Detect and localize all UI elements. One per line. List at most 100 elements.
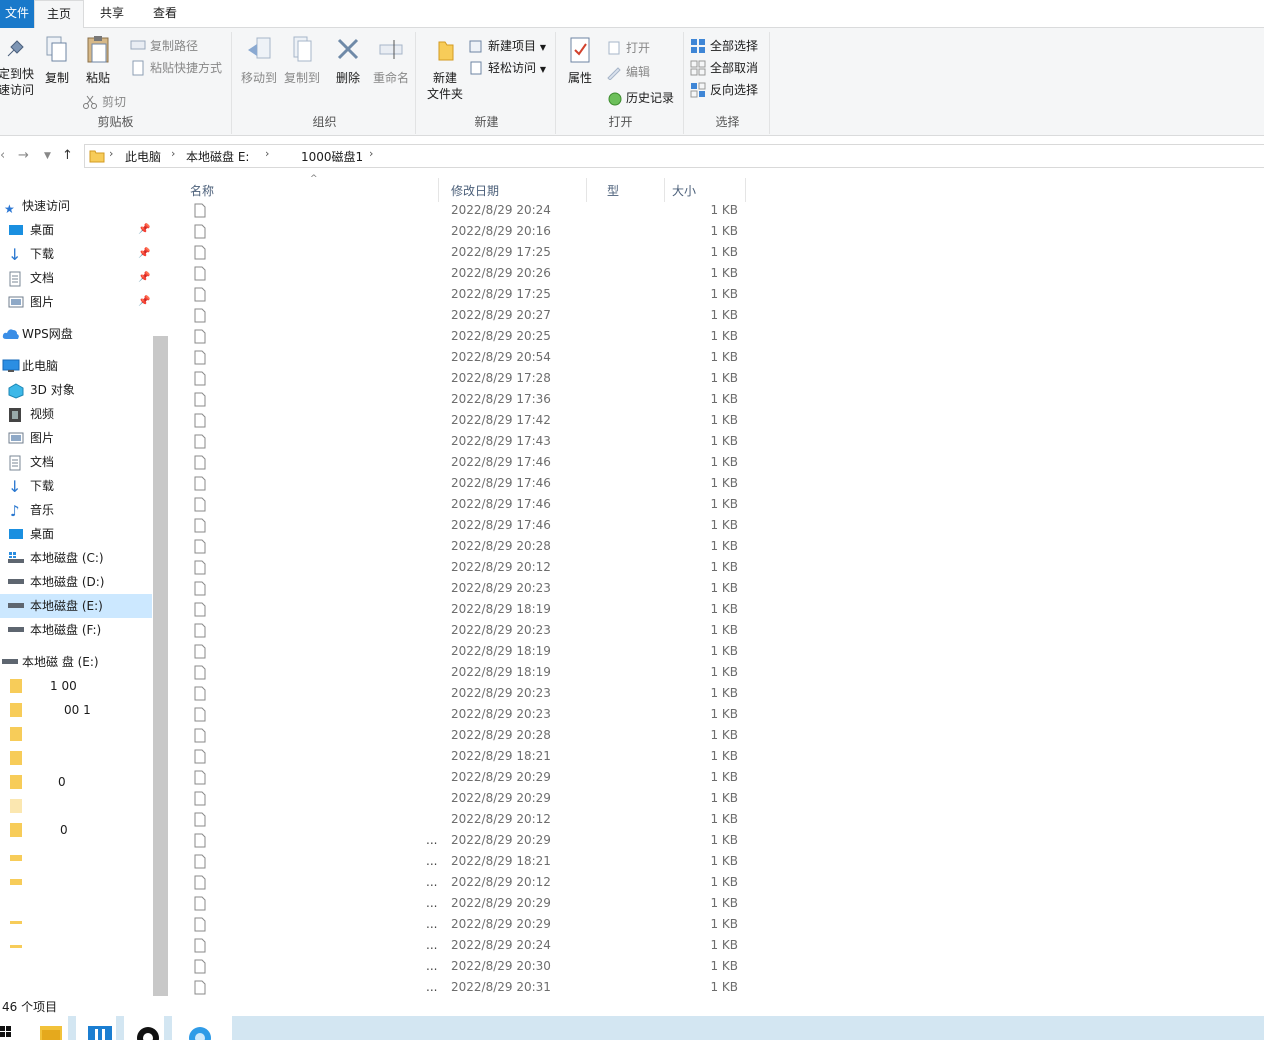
start-button[interactable] (0, 1016, 28, 1040)
taskbar-browser[interactable] (124, 1016, 164, 1040)
invert-selection-button[interactable]: 反向选择 (690, 80, 758, 100)
copy-path-button[interactable]: 复制路径 (130, 36, 198, 56)
nav-subfolder[interactable] (0, 746, 152, 770)
nav-quick-downloads[interactable]: ↓ 下载 📌 (0, 242, 152, 266)
recent-chevron-icon[interactable]: ▼ (44, 151, 51, 161)
table-row[interactable]: 2022/8/29 17:46 1 KB (170, 515, 750, 536)
address-bar[interactable]: › 此电脑 › 本地磁盘 E: › 1000磁盘1 › (84, 144, 1264, 168)
new-item-button[interactable]: 新建项目 ▼ (468, 36, 546, 56)
forward-arrow-icon[interactable]: → (18, 148, 29, 163)
pin-icon[interactable]: 📌 (138, 266, 150, 290)
select-all-button[interactable]: 全部选择 (690, 36, 758, 56)
table-row[interactable]: 2022/8/29 20:29 1 KB... (170, 914, 750, 935)
nav-this-pc[interactable]: 此电脑 (0, 354, 152, 378)
nav-subfolder[interactable] (0, 846, 152, 870)
table-row[interactable]: 2022/8/29 20:23 1 KB (170, 578, 750, 599)
table-row[interactable]: 2022/8/29 20:24 1 KB... (170, 935, 750, 956)
nav-drive-c[interactable]: 本地磁盘 (C:) (0, 546, 152, 570)
column-divider[interactable] (586, 178, 587, 202)
nav-documents[interactable]: 文档 (0, 450, 152, 474)
column-header-date[interactable]: 修改日期 (451, 182, 499, 199)
table-row[interactable]: 2022/8/29 20:54 1 KB (170, 347, 750, 368)
nav-drive-d[interactable]: 本地磁盘 (D:) (0, 570, 152, 594)
cut-button[interactable]: 剪切 (82, 92, 126, 112)
nav-subfolder[interactable]: 00 1 (0, 698, 152, 722)
table-row[interactable]: 2022/8/29 20:12 1 KB (170, 557, 750, 578)
table-row[interactable]: 2022/8/29 20:26 1 KB (170, 263, 750, 284)
open-button[interactable]: 打开 (606, 38, 650, 58)
nav-subfolder[interactable] (0, 912, 152, 936)
nav-drive-e-tree[interactable]: 本地磁 盘 (E:) (0, 650, 152, 674)
table-row[interactable]: 2022/8/29 20:29 1 KB... (170, 830, 750, 851)
table-row[interactable]: 2022/8/29 18:19 1 KB (170, 641, 750, 662)
nav-desktop[interactable]: 桌面 (0, 522, 152, 546)
table-row[interactable]: 2022/8/29 17:43 1 KB (170, 431, 750, 452)
properties-button[interactable]: 属性 (562, 34, 598, 86)
breadcrumb-drive-e[interactable]: 本地磁盘 E: (186, 148, 249, 165)
column-header-name[interactable]: 名称 (190, 182, 214, 199)
nav-quick-desktop[interactable]: 桌面 📌 (0, 218, 152, 242)
nav-drive-f[interactable]: 本地磁盘 (F:) (0, 618, 152, 642)
table-row[interactable]: 2022/8/29 17:42 1 KB (170, 410, 750, 431)
nav-downloads[interactable]: ↓ 下载 (0, 474, 152, 498)
breadcrumb-folder[interactable]: 1000磁盘1 (301, 148, 363, 165)
table-row[interactable]: 2022/8/29 17:46 1 KB (170, 473, 750, 494)
nav-quick-access[interactable]: ★ 快速访问 (0, 194, 152, 218)
tab-view[interactable]: 查看 (140, 0, 190, 28)
rename-button[interactable]: 重命名 (370, 34, 412, 86)
table-row[interactable]: 2022/8/29 20:27 1 KB (170, 305, 750, 326)
nav-3d-objects[interactable]: 3D 对象 (0, 378, 152, 402)
table-row[interactable]: 2022/8/29 20:12 1 KB... (170, 872, 750, 893)
nav-subfolder[interactable]: 1 00 (0, 674, 152, 698)
pin-icon[interactable]: 📌 (138, 242, 150, 266)
nav-wps-cloud[interactable]: WPS网盘 (0, 322, 152, 346)
breadcrumb-chevron-icon[interactable]: › (109, 147, 113, 160)
taskbar-app[interactable] (172, 1016, 232, 1040)
table-row[interactable]: 2022/8/29 17:25 1 KB (170, 284, 750, 305)
taskbar-app[interactable] (76, 1016, 116, 1040)
nav-pane-scrollbar[interactable] (153, 336, 168, 996)
back-arrow-icon[interactable]: ‹ (0, 148, 5, 163)
table-row[interactable]: 2022/8/29 18:21 1 KB... (170, 851, 750, 872)
column-divider[interactable] (745, 178, 746, 202)
tab-home[interactable]: 主页 (34, 0, 84, 29)
copy-button[interactable]: 复制 (40, 34, 74, 86)
column-divider[interactable] (438, 178, 439, 202)
table-row[interactable]: 2022/8/29 20:16 1 KB (170, 221, 750, 242)
up-arrow-icon[interactable]: ↑ (62, 148, 73, 163)
paste-button[interactable]: 粘贴 (80, 34, 116, 86)
pin-quick-access-button[interactable]: 定到快 速访问 (0, 34, 36, 98)
table-row[interactable]: 2022/8/29 20:12 1 KB (170, 809, 750, 830)
pin-icon[interactable]: 📌 (138, 218, 150, 242)
nav-subfolder[interactable]: 0 (0, 770, 152, 794)
table-row[interactable]: 2022/8/29 17:46 1 KB (170, 494, 750, 515)
table-row[interactable]: 2022/8/29 20:23 1 KB (170, 620, 750, 641)
nav-music[interactable]: ♪ 音乐 (0, 498, 152, 522)
table-row[interactable]: 2022/8/29 20:28 1 KB (170, 536, 750, 557)
nav-videos[interactable]: 视频 (0, 402, 152, 426)
nav-subfolder[interactable] (0, 870, 152, 894)
column-divider[interactable] (664, 178, 665, 202)
nav-pictures[interactable]: 图片 (0, 426, 152, 450)
edit-button[interactable]: 编辑 (606, 62, 650, 82)
tab-file[interactable]: 文件 (0, 0, 34, 28)
nav-subfolder[interactable] (0, 936, 152, 960)
nav-quick-pictures[interactable]: 图片 📌 (0, 290, 152, 314)
copy-to-button[interactable]: 复制到 (280, 34, 324, 86)
table-row[interactable]: 2022/8/29 20:23 1 KB (170, 704, 750, 725)
table-row[interactable]: 2022/8/29 17:25 1 KB (170, 242, 750, 263)
table-row[interactable]: 2022/8/29 20:29 1 KB (170, 767, 750, 788)
paste-shortcut-button[interactable]: 粘贴快捷方式 (130, 58, 222, 78)
table-row[interactable]: 2022/8/29 18:19 1 KB (170, 599, 750, 620)
select-none-button[interactable]: 全部取消 (690, 58, 758, 78)
table-row[interactable]: 2022/8/29 17:46 1 KB (170, 452, 750, 473)
table-row[interactable]: 2022/8/29 20:29 1 KB... (170, 893, 750, 914)
nav-subfolder[interactable]: 0 (0, 818, 152, 842)
table-row[interactable]: 2022/8/29 20:31 1 KB... (170, 977, 750, 998)
history-button[interactable]: 历史记录 (606, 88, 674, 108)
pin-icon[interactable]: 📌 (138, 290, 150, 314)
tab-share[interactable]: 共享 (88, 0, 136, 28)
table-row[interactable]: 2022/8/29 20:25 1 KB (170, 326, 750, 347)
column-header-type[interactable]: 型 (607, 182, 619, 199)
delete-button[interactable]: 删除 (330, 34, 366, 86)
